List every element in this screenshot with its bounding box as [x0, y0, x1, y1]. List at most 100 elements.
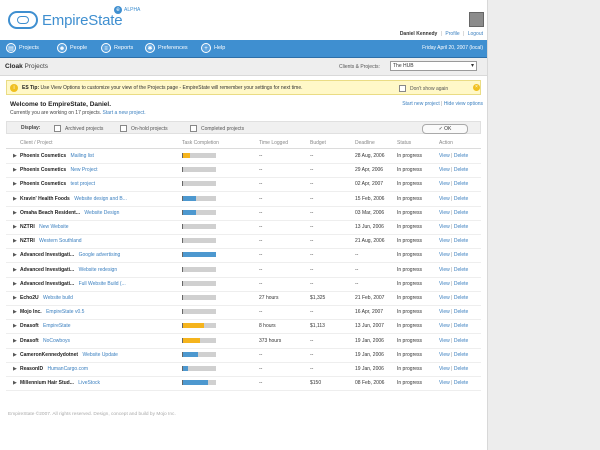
- project-link[interactable]: LiveStock: [78, 380, 100, 386]
- expand-arrow-icon[interactable]: ▶: [13, 238, 17, 244]
- delete-link[interactable]: Delete: [454, 153, 468, 159]
- table-row[interactable]: ▶ Phoenix Cosmetics test project -- -- 0…: [6, 177, 481, 193]
- table-row[interactable]: ▶ Phoenix Cosmetics Mailing list -- -- 2…: [6, 149, 481, 164]
- nav-item-people[interactable]: ☻ People: [57, 43, 87, 53]
- nav-item-preferences[interactable]: ✱ Preferences: [145, 43, 188, 53]
- delete-link[interactable]: Delete: [454, 252, 468, 258]
- completed-option[interactable]: Completed projects: [190, 125, 244, 132]
- archived-option[interactable]: Archived projects: [54, 125, 103, 132]
- expand-arrow-icon[interactable]: ▶: [13, 267, 17, 273]
- expand-arrow-icon[interactable]: ▶: [13, 281, 17, 287]
- profile-link[interactable]: Profile: [445, 31, 459, 37]
- nav-item-reports[interactable]: ≡ Reports: [101, 43, 133, 53]
- view-link[interactable]: View: [439, 295, 450, 301]
- expand-arrow-icon[interactable]: ▶: [13, 167, 17, 173]
- view-link[interactable]: View: [439, 380, 450, 386]
- project-link[interactable]: Google advertising: [79, 252, 121, 258]
- project-link[interactable]: EmpireState v0.5: [46, 309, 84, 315]
- dont-show-checkbox[interactable]: [399, 85, 406, 92]
- delete-link[interactable]: Delete: [454, 267, 468, 273]
- close-icon[interactable]: ×: [473, 84, 480, 91]
- project-link[interactable]: Website Update: [82, 352, 117, 358]
- project-link[interactable]: New Project: [71, 167, 98, 173]
- view-link[interactable]: View: [439, 167, 450, 173]
- delete-link[interactable]: Delete: [454, 295, 468, 301]
- view-link[interactable]: View: [439, 267, 450, 273]
- table-row[interactable]: ▶ Millennium Hair Stud... LiveStock -- $…: [6, 376, 481, 392]
- table-row[interactable]: ▶ Advanced Investigati... Full Website B…: [6, 277, 481, 292]
- table-row[interactable]: ▶ Omaha Beach Resident... Website Design…: [6, 206, 481, 221]
- project-link[interactable]: test project: [71, 181, 95, 187]
- delete-link[interactable]: Delete: [454, 238, 468, 244]
- table-row[interactable]: ▶ Dnasoft NoCowboys 373 hours -- 19 Jan,…: [6, 334, 481, 349]
- expand-arrow-icon[interactable]: ▶: [13, 153, 17, 159]
- table-row[interactable]: ▶ Phoenix Cosmetics New Project -- -- 29…: [6, 163, 481, 179]
- view-link[interactable]: View: [439, 281, 450, 287]
- brand[interactable]: EmpireState: [8, 7, 123, 33]
- table-row[interactable]: ▶ CameronKennedydotnet Website Update --…: [6, 348, 481, 363]
- table-row[interactable]: ▶ ReasonID HumanCargo.com -- -- 19 Jan, …: [6, 362, 481, 377]
- project-link[interactable]: EmpireState: [43, 323, 71, 329]
- view-link[interactable]: View: [439, 352, 450, 358]
- project-link[interactable]: NoCowboys: [43, 338, 70, 344]
- table-row[interactable]: ▶ Advanced Investigati... Website redesi…: [6, 263, 481, 278]
- table-row[interactable]: ▶ NZTRI New Website -- -- 13 Jun, 2006 I…: [6, 220, 481, 235]
- avatar[interactable]: [469, 12, 484, 27]
- project-link[interactable]: Website design and B...: [74, 196, 127, 202]
- view-link[interactable]: View: [439, 224, 450, 230]
- on-hold-option[interactable]: On-hold projects: [120, 125, 168, 132]
- view-link[interactable]: View: [439, 323, 450, 329]
- view-link[interactable]: View: [439, 338, 450, 344]
- dont-show-again[interactable]: Don't show again: [399, 85, 448, 92]
- expand-arrow-icon[interactable]: ▶: [13, 295, 17, 301]
- start-project-link[interactable]: Start a new project.: [103, 110, 146, 116]
- project-link[interactable]: New Website: [39, 224, 68, 230]
- delete-link[interactable]: Delete: [454, 281, 468, 287]
- expand-arrow-icon[interactable]: ▶: [13, 224, 17, 230]
- nav-item-help[interactable]: + Help: [201, 43, 225, 53]
- delete-link[interactable]: Delete: [454, 181, 468, 187]
- expand-arrow-icon[interactable]: ▶: [13, 338, 17, 344]
- view-link[interactable]: View: [439, 210, 450, 216]
- project-link[interactable]: Website build: [43, 295, 73, 301]
- table-row[interactable]: ▶ Mojo Inc. EmpireState v0.5 -- -- 16 Ap…: [6, 305, 481, 321]
- project-link[interactable]: Western Southland: [39, 238, 81, 244]
- view-link[interactable]: View: [439, 196, 450, 202]
- expand-arrow-icon[interactable]: ▶: [13, 196, 17, 202]
- view-link[interactable]: View: [439, 309, 450, 315]
- expand-arrow-icon[interactable]: ▶: [13, 323, 17, 329]
- delete-link[interactable]: Delete: [454, 380, 468, 386]
- delete-link[interactable]: Delete: [454, 309, 468, 315]
- view-link[interactable]: View: [439, 366, 450, 372]
- view-link[interactable]: View: [439, 252, 450, 258]
- view-link[interactable]: View: [439, 181, 450, 187]
- client-project-select[interactable]: The HUB: [390, 61, 477, 71]
- project-link[interactable]: HumanCargo.com: [47, 366, 88, 372]
- start-new-project-link[interactable]: Start new project: [402, 101, 440, 107]
- table-row[interactable]: ▶ NZTRI Western Southland -- -- 21 Aug, …: [6, 234, 481, 250]
- table-row[interactable]: ▶ Dnasoft EmpireState 8 hours $1,113 13 …: [6, 319, 481, 335]
- expand-arrow-icon[interactable]: ▶: [13, 252, 17, 258]
- expand-arrow-icon[interactable]: ▶: [13, 181, 17, 187]
- expand-arrow-icon[interactable]: ▶: [13, 366, 17, 372]
- hide-view-options-link[interactable]: Hide view options: [444, 101, 483, 107]
- delete-link[interactable]: Delete: [454, 366, 468, 372]
- nav-item-projects[interactable]: ▤ Projects: [6, 43, 39, 53]
- delete-link[interactable]: Delete: [454, 352, 468, 358]
- expand-arrow-icon[interactable]: ▶: [13, 210, 17, 216]
- delete-link[interactable]: Delete: [454, 224, 468, 230]
- table-row[interactable]: ▶ Kravin' Health Foods Website design an…: [6, 192, 481, 207]
- table-row[interactable]: ▶ Echo2U Website build 27 hours $1,325 2…: [6, 291, 481, 306]
- expand-arrow-icon[interactable]: ▶: [13, 380, 17, 386]
- delete-link[interactable]: Delete: [454, 196, 468, 202]
- project-link[interactable]: Mailing list: [71, 153, 94, 159]
- project-link[interactable]: Website redesign: [79, 267, 118, 273]
- delete-link[interactable]: Delete: [454, 210, 468, 216]
- expand-arrow-icon[interactable]: ▶: [13, 309, 17, 315]
- delete-link[interactable]: Delete: [454, 167, 468, 173]
- logout-link[interactable]: Logout: [468, 31, 483, 37]
- delete-link[interactable]: Delete: [454, 323, 468, 329]
- delete-link[interactable]: Delete: [454, 338, 468, 344]
- project-link[interactable]: Full Website Build (...: [79, 281, 126, 287]
- view-link[interactable]: View: [439, 153, 450, 159]
